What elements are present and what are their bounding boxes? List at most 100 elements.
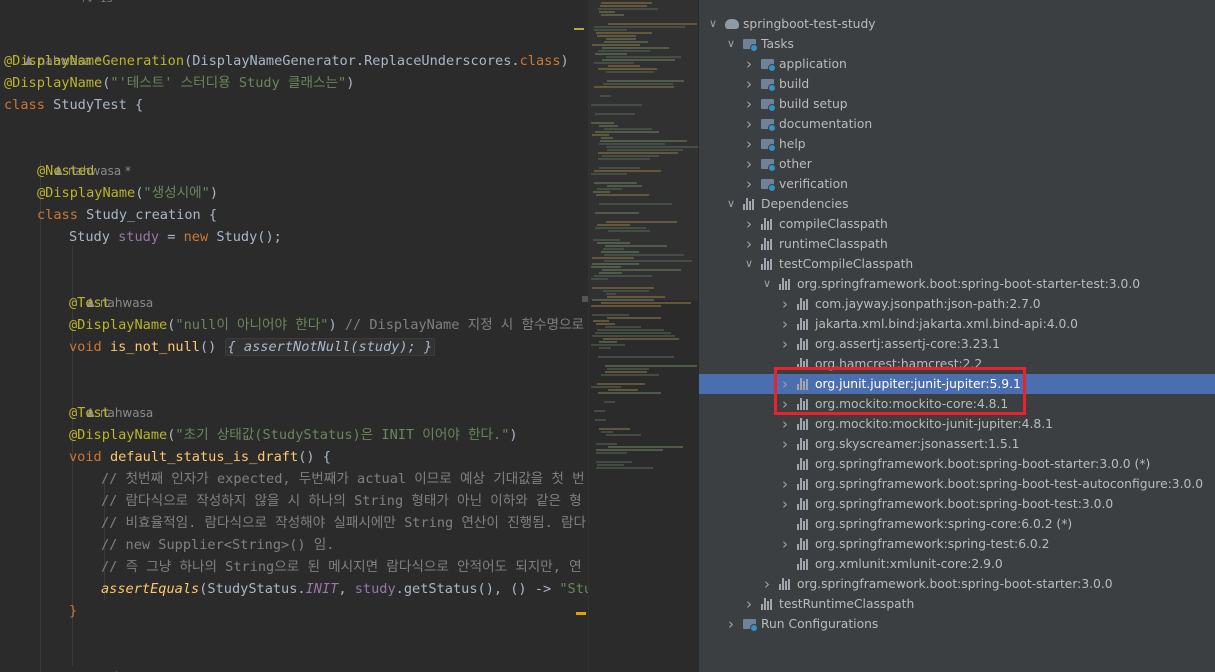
tree-node[interactable]: › org.mockito:mockito-junit-jupiter:4.8.1 xyxy=(699,414,1215,434)
tree-node[interactable]: › compileClasspath xyxy=(699,214,1215,234)
chevron-right-icon[interactable]: › xyxy=(761,574,773,594)
tree-node[interactable]: ∨ org.springframework.boot:spring-boot-st… xyxy=(699,274,1215,294)
tree-node[interactable]: › com.jayway.jsonpath:json-path:2.7.0 xyxy=(699,294,1215,314)
tree-node[interactable]: › org.skyscreamer:jsonassert:1.5.1 xyxy=(699,434,1215,454)
library-bar xyxy=(767,261,769,270)
minimap-line xyxy=(591,305,661,307)
tree-node[interactable]: › org.assertj:assertj-core:3.23.1 xyxy=(699,334,1215,354)
chevron-right-icon[interactable]: › xyxy=(779,534,791,554)
code-line[interactable]: @Nested xyxy=(37,160,94,182)
minimap-line xyxy=(597,383,645,385)
code-line[interactable]: @Test xyxy=(69,402,110,424)
tree-node[interactable]: › Run Configurations xyxy=(699,614,1215,634)
code-line[interactable]: class StudyTest { xyxy=(4,94,143,116)
tree-node[interactable]: › runtimeClasspath xyxy=(699,234,1215,254)
code-line[interactable]: @DisplayName("'테스트' 스터디용 Study 클래스는") xyxy=(4,72,354,94)
folder-gear-icon xyxy=(761,79,776,92)
code-line[interactable]: @Test xyxy=(69,292,110,314)
minimap-line xyxy=(606,56,681,58)
minimap-line xyxy=(600,5,647,7)
minimap-line xyxy=(591,173,627,175)
tree-node[interactable]: › verification xyxy=(699,174,1215,194)
chevron-right-icon[interactable]: › xyxy=(743,174,755,194)
tree-node[interactable]: ∨ Tasks xyxy=(699,34,1215,54)
tree-node-label: org.assertj:assertj-core:3.23.1 xyxy=(815,337,1000,351)
code-line[interactable]: class Study_creation { xyxy=(37,204,217,226)
code-comment[interactable]: // new Supplier<String>() 임. xyxy=(101,534,334,556)
chevron-right-icon[interactable]: › xyxy=(779,334,791,354)
chevron-down-icon[interactable]: ∨ xyxy=(761,274,773,294)
tree-node[interactable]: › org.springframework.boot:spring-boot-st… xyxy=(699,574,1215,594)
chevron-right-icon[interactable]: › xyxy=(743,234,755,254)
tree-node[interactable]: org.springframework:spring-core:6.0.2 (*… xyxy=(699,514,1215,534)
tree-node[interactable]: › other xyxy=(699,154,1215,174)
library-icon xyxy=(761,218,775,230)
code-comment[interactable]: // 람다식으로 작성하지 않을 시 하나의 String 형태가 아닌 이하와… xyxy=(101,490,582,512)
code-minimap[interactable] xyxy=(588,0,699,672)
code-editor[interactable]: ↑↓ 13 ♟ nahwasa * @DisplayNameGeneration… xyxy=(0,0,588,672)
code-line[interactable]: assertEquals(StudyStatus.INIT, study.get… xyxy=(101,578,588,600)
chevron-right-icon[interactable]: › xyxy=(779,374,791,394)
code-line[interactable]: @DisplayNameGeneration(DisplayNameGenera… xyxy=(4,50,569,72)
chevron-right-icon[interactable]: › xyxy=(779,474,791,494)
tree-node[interactable]: › org.mockito:mockito-core:4.8.1 xyxy=(699,394,1215,414)
chevron-right-icon[interactable]: › xyxy=(779,294,791,314)
tree-node[interactable]: ∨ springboot-test-study xyxy=(699,14,1215,34)
code-comment[interactable]: // 첫번째 인자가 expected, 두번째가 actual 이므로 예상 … xyxy=(101,468,585,490)
code-line[interactable]: @DisplayName("생성시에") xyxy=(37,182,218,204)
minimap-line xyxy=(597,224,630,226)
tree-node[interactable]: › help xyxy=(699,134,1215,154)
minimap-line xyxy=(591,386,621,388)
tree-node[interactable]: › org.junit.jupiter:junit-jupiter:5.9.1 xyxy=(699,374,1215,394)
chevron-down-icon[interactable]: ∨ xyxy=(725,194,737,214)
chevron-down-icon[interactable]: ∨ xyxy=(725,34,737,54)
top-fragment: ↑↓ 13 xyxy=(80,0,113,10)
chevron-right-icon[interactable]: › xyxy=(779,414,791,434)
chevron-right-icon[interactable]: › xyxy=(743,114,755,134)
chevron-right-icon[interactable]: › xyxy=(779,394,791,414)
code-line[interactable]: void default_status_is_draft() { xyxy=(69,446,331,468)
tree-node[interactable]: › org.springframework.boot:spring-boot-te… xyxy=(699,494,1215,514)
chevron-right-icon[interactable]: › xyxy=(779,434,791,454)
chevron-right-icon[interactable]: › xyxy=(743,214,755,234)
minimap-line xyxy=(594,410,605,412)
tree-node[interactable]: ∨ Dependencies xyxy=(699,194,1215,214)
code-comment[interactable]: // 비효율적임. 람다식으로 작성해야 실패시에만 String 연산이 진행… xyxy=(101,512,586,534)
tree-node[interactable]: › build setup xyxy=(699,94,1215,114)
chevron-right-icon[interactable]: › xyxy=(725,614,737,634)
error-stripe-mark[interactable] xyxy=(576,612,586,615)
tree-node[interactable]: org.xmlunit:xmlunit-core:2.9.0 xyxy=(699,554,1215,574)
chevron-right-icon[interactable]: › xyxy=(743,594,755,614)
library-bar xyxy=(761,244,763,250)
chevron-right-icon[interactable]: › xyxy=(779,314,791,334)
gradle-tool-window[interactable]: ∨ springboot-test-study ∨ Tasks › application… xyxy=(698,0,1215,672)
tree-node[interactable]: › jakarta.xml.bind:jakarta.xml.bind-api:4… xyxy=(699,314,1215,334)
chevron-down-icon[interactable]: ∨ xyxy=(707,14,719,34)
tree-node[interactable]: › testRuntimeClasspath xyxy=(699,594,1215,614)
chevron-down-icon[interactable]: ∨ xyxy=(743,254,755,274)
tree-node[interactable]: › build xyxy=(699,74,1215,94)
tree-node[interactable]: org.hamcrest:hamcrest:2.2 xyxy=(699,354,1215,374)
chevron-right-icon[interactable]: › xyxy=(779,494,791,514)
code-line[interactable]: Study study = new Study(); xyxy=(69,226,282,248)
tree-node[interactable]: › org.springframework.boot:spring-boot-te… xyxy=(699,474,1215,494)
minimap-line xyxy=(592,257,634,259)
folded-code-block[interactable]: { assertNotNull(study); } xyxy=(224,338,436,356)
code-line[interactable]: @DisplayName("null이 아니어야 한다") // Display… xyxy=(69,314,584,336)
chevron-right-icon[interactable]: › xyxy=(743,94,755,114)
chevron-right-icon[interactable]: › xyxy=(743,54,755,74)
minimap-line xyxy=(598,356,674,358)
chevron-right-icon[interactable]: › xyxy=(743,134,755,154)
tree-node[interactable]: › org.springframework:spring-test:6.0.2 xyxy=(699,534,1215,554)
code-comment[interactable]: // 즉 그냥 하나의 String으로 된 메시지면 람다식으로 안적어도 되… xyxy=(101,556,582,578)
code-line[interactable]: @DisplayName("초기 상태값(StudyStatus)은 INIT … xyxy=(69,424,518,446)
code-line[interactable]: } xyxy=(69,600,77,622)
tree-node[interactable]: ∨ testCompileClasspath xyxy=(699,254,1215,274)
tree-node[interactable]: › application xyxy=(699,54,1215,74)
chevron-right-icon[interactable]: › xyxy=(743,154,755,174)
chevron-right-icon[interactable]: › xyxy=(743,74,755,94)
error-stripe-mark[interactable] xyxy=(574,28,584,30)
tree-node[interactable]: org.springframework.boot:spring-boot-sta… xyxy=(699,454,1215,474)
tree-node[interactable]: › documentation xyxy=(699,114,1215,134)
code-line[interactable]: void is_not_null() { assertNotNull(study… xyxy=(69,336,436,358)
